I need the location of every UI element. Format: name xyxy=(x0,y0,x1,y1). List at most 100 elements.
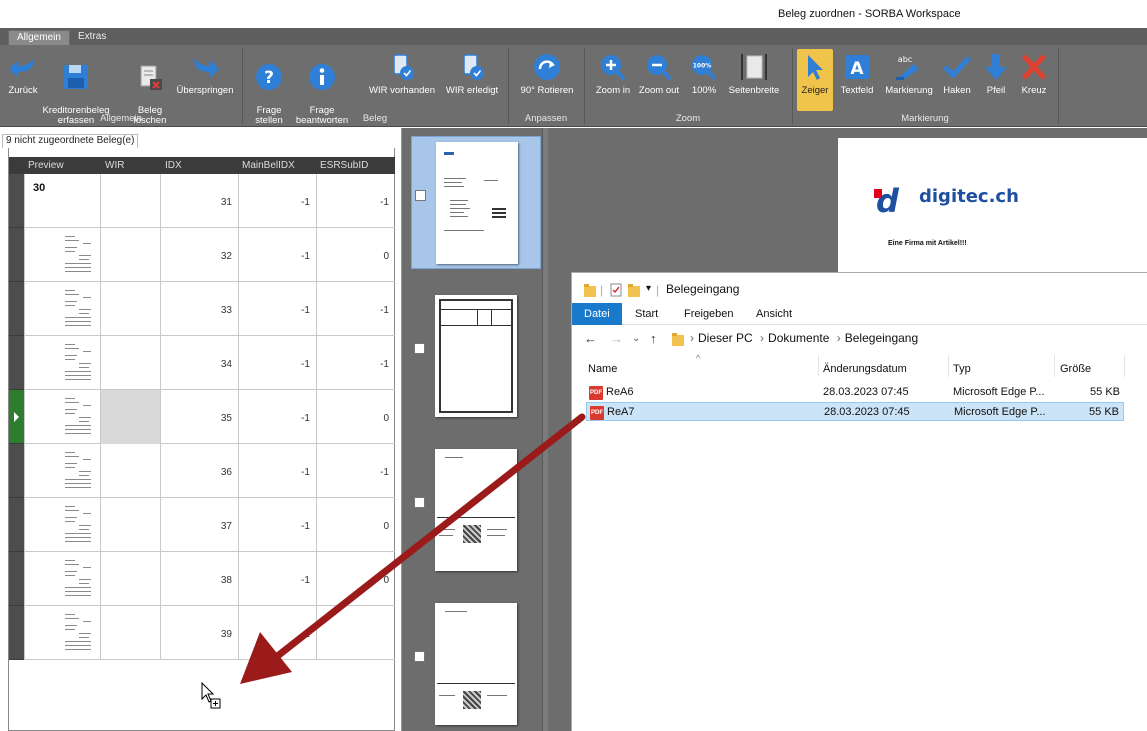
page-thumbnail-1[interactable] xyxy=(411,136,541,269)
grid-header: Preview WIR IDX MainBelIDX ESRSubID xyxy=(9,157,395,174)
mainbelidx-cell: -1 xyxy=(238,336,316,390)
column-name[interactable]: Name xyxy=(588,363,617,375)
table-row[interactable]: 38 -1 0 xyxy=(9,552,395,606)
column-size[interactable]: Größe xyxy=(1060,363,1091,375)
page-preview-1 xyxy=(436,142,518,264)
column-header-wir[interactable]: WIR xyxy=(105,160,124,171)
table-row[interactable]: 39 -1 xyxy=(9,606,395,660)
row-indicator[interactable] xyxy=(9,336,24,390)
breadcrumb[interactable]: › Dieser PC › Dokumente › Belegeingang xyxy=(690,331,922,348)
row-indicator[interactable] xyxy=(9,282,24,336)
tab-freigeben[interactable]: Freigeben xyxy=(684,308,734,320)
esrsubid-cell: 0 xyxy=(316,552,395,606)
wir-cell xyxy=(100,498,160,552)
back-nav-icon[interactable]: ← xyxy=(584,331,597,346)
beleg-loeschen-button[interactable]: Beleg löschen xyxy=(128,49,172,126)
row-indicator[interactable] xyxy=(9,228,24,282)
kreuz-button[interactable]: Kreuz xyxy=(1016,49,1052,111)
markierung-button[interactable]: abc Markierung xyxy=(882,49,936,111)
esrsubid-cell-value: -1 xyxy=(380,359,389,370)
row-indicator[interactable] xyxy=(9,174,24,228)
column-header-esrsubid[interactable]: ESRSubID xyxy=(320,160,368,171)
preview-cell xyxy=(24,552,100,606)
tab-datei[interactable]: Datei xyxy=(572,303,622,325)
table-row[interactable]: 34 -1 -1 xyxy=(9,336,395,390)
frage-beantworten-button[interactable]: Frage beantworten xyxy=(292,49,352,126)
tab-start[interactable]: Start xyxy=(635,308,658,320)
seitenbreite-button[interactable]: Seitenbreite xyxy=(726,49,782,111)
recent-locations-icon[interactable]: ⌄ xyxy=(632,333,640,344)
esrsubid-cell-value: -1 xyxy=(380,197,389,208)
idx-cell-value: 38 xyxy=(220,575,232,586)
table-row[interactable]: 32 -1 0 xyxy=(9,228,395,282)
wir-vorhanden-button[interactable]: WIR vorhanden xyxy=(364,49,440,111)
row-indicator[interactable] xyxy=(9,606,24,660)
idx-cell-value: 35 xyxy=(220,413,232,424)
properties-icon[interactable] xyxy=(610,283,622,297)
mainbelidx-cell-value: -1 xyxy=(301,413,310,424)
textfeld-button[interactable]: A Textfeld xyxy=(838,49,876,111)
table-row[interactable]: 37 -1 0 xyxy=(9,498,395,552)
page-checkbox-4[interactable] xyxy=(414,651,425,662)
pdf-file-icon: PDF xyxy=(589,386,603,400)
mainbelidx-cell-value: -1 xyxy=(301,629,310,640)
table-row[interactable]: 30 31 -1 -1 xyxy=(9,174,395,228)
page-thumbnail-2[interactable] xyxy=(411,290,541,423)
mainbelidx-cell-value: -1 xyxy=(301,359,310,370)
zoom-100-icon: 100% xyxy=(692,55,717,81)
checkmark-icon xyxy=(943,56,971,79)
table-row[interactable]: 35 -1 0 xyxy=(9,390,395,444)
forward-nav-icon[interactable]: → xyxy=(610,331,623,346)
column-header-mainbelidx[interactable]: MainBelIDX xyxy=(242,160,295,171)
new-folder-icon[interactable] xyxy=(628,283,640,297)
pfeil-button[interactable]: Pfeil xyxy=(978,49,1014,111)
table-row[interactable]: 36 -1 -1 xyxy=(9,444,395,498)
column-header-idx[interactable]: IDX xyxy=(165,160,182,171)
page-width-icon xyxy=(741,54,767,80)
kreditorenbeleg-erfassen-button[interactable]: Kreditorenbeleg erfassen xyxy=(32,49,120,126)
column-header-preview[interactable]: Preview xyxy=(28,160,64,171)
group-label-zoom: Zoom xyxy=(675,113,701,124)
wir-erledigt-button[interactable]: WIR erledigt xyxy=(442,49,502,111)
page-thumbnail-4[interactable] xyxy=(411,598,541,731)
table-row[interactable]: 33 -1 -1 xyxy=(9,282,395,336)
column-date[interactable]: Änderungsdatum xyxy=(823,363,907,375)
page-checkbox-2[interactable] xyxy=(414,343,425,354)
up-nav-icon[interactable]: ↑ xyxy=(650,331,657,346)
page-thumbnail-3[interactable] xyxy=(411,444,541,577)
row-indicator[interactable] xyxy=(9,444,24,498)
page-checkbox-1[interactable] xyxy=(415,190,426,201)
breadcrumb-belegeingang[interactable]: Belegeingang xyxy=(845,331,918,345)
unassigned-documents-tab[interactable]: 9 nicht zugeordnete Beleg(e) xyxy=(2,134,139,148)
zeiger-button[interactable]: Zeiger xyxy=(797,49,833,111)
breadcrumb-dokumente[interactable]: Dokumente xyxy=(768,331,829,345)
idx-cell: 31 xyxy=(160,174,238,228)
save-disk-icon xyxy=(64,65,88,89)
tab-extras[interactable]: Extras xyxy=(70,30,114,45)
row-indicator[interactable] xyxy=(9,498,24,552)
question-icon: ? xyxy=(256,64,282,90)
breadcrumb-dieser-pc[interactable]: Dieser PC xyxy=(698,331,753,345)
tab-ansicht[interactable]: Ansicht xyxy=(756,308,792,320)
haken-button[interactable]: Haken xyxy=(938,49,976,111)
page-checkbox-3[interactable] xyxy=(414,497,425,508)
row-indicator[interactable] xyxy=(9,390,24,444)
idx-cell-value: 36 xyxy=(220,467,232,478)
preview-thumbnail xyxy=(63,611,95,655)
zoom-100-button[interactable]: 100% 100% xyxy=(686,49,722,111)
mainbelidx-cell: -1 xyxy=(238,552,316,606)
idx-cell: 33 xyxy=(160,282,238,336)
rotieren-button[interactable]: 90° Rotieren xyxy=(514,49,580,111)
file-row-rea6[interactable]: PDF ReA6 28.03.2023 07:45 Microsoft Edge… xyxy=(586,383,1124,402)
svg-text:abc: abc xyxy=(898,55,912,64)
ueberspringen-button[interactable]: Überspringen xyxy=(172,49,238,111)
quick-access-dropdown-icon[interactable]: ▾ xyxy=(646,283,651,294)
tab-allgemein[interactable]: Allgemein xyxy=(8,30,70,45)
column-type[interactable]: Typ xyxy=(953,363,971,375)
zoom-in-button[interactable]: Zoom in xyxy=(592,49,634,111)
zoom-out-button[interactable]: Zoom out xyxy=(636,49,682,111)
file-row-rea7[interactable]: PDF ReA7 28.03.2023 07:45 Microsoft Edge… xyxy=(586,402,1124,421)
row-indicator[interactable] xyxy=(9,552,24,606)
folder-icon xyxy=(584,284,596,297)
frage-stellen-button[interactable]: ? Frage stellen xyxy=(250,49,288,126)
